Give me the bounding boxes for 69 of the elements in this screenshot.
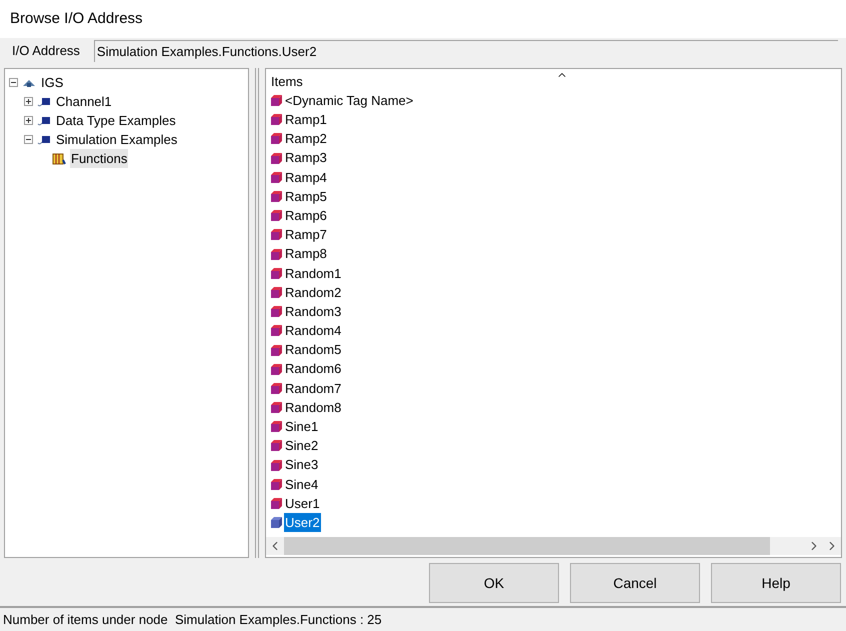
tag-icon bbox=[270, 324, 283, 338]
tag-icon bbox=[270, 248, 283, 261]
collapse-toggle[interactable] bbox=[9, 78, 18, 87]
list-item[interactable]: Ramp1 bbox=[284, 110, 328, 130]
collapse-toggle[interactable] bbox=[24, 135, 33, 144]
list-item[interactable]: User1 bbox=[284, 494, 321, 514]
tag-icon bbox=[270, 420, 283, 434]
list-item[interactable]: Random8 bbox=[284, 398, 342, 418]
list-item[interactable]: Ramp7 bbox=[284, 225, 328, 245]
tag-icon bbox=[270, 382, 283, 395]
tag-icon bbox=[270, 190, 283, 204]
list-item[interactable]: Ramp3 bbox=[284, 148, 328, 168]
list-item[interactable]: Random5 bbox=[284, 340, 342, 360]
list-item[interactable]: Sine4 bbox=[284, 474, 320, 494]
window-title: Browse I/O Address bbox=[10, 8, 143, 29]
list-item[interactable]: Sine1 bbox=[284, 417, 320, 437]
tag-icon bbox=[270, 113, 283, 126]
tag-icon bbox=[270, 458, 283, 472]
tag-icon bbox=[270, 497, 283, 510]
address-field[interactable]: Simulation Examples.Functions.User2 bbox=[94, 40, 838, 62]
tag-icon bbox=[270, 305, 283, 318]
list-item[interactable]: Ramp2 bbox=[284, 129, 328, 149]
list-item[interactable]: Ramp6 bbox=[284, 206, 328, 226]
tag-icon bbox=[270, 266, 283, 280]
status-text: Number of items under node Simulation Examples.Functions : 25 bbox=[3, 610, 382, 629]
list-item[interactable]: Random6 bbox=[284, 359, 342, 379]
column-header[interactable]: Items bbox=[271, 72, 303, 91]
tag-icon bbox=[270, 516, 283, 530]
list-item[interactable]: Random4 bbox=[284, 321, 342, 341]
dialog-button[interactable]: OK bbox=[429, 563, 559, 603]
tag-icon bbox=[270, 132, 283, 146]
tag-icon bbox=[270, 478, 283, 491]
tree-item[interactable]: Simulation Examples bbox=[55, 130, 178, 150]
list-item[interactable]: Sine3 bbox=[284, 455, 320, 475]
list-item[interactable]: Random3 bbox=[284, 302, 342, 322]
expand-toggle[interactable] bbox=[24, 97, 33, 106]
list-item[interactable]: <Dynamic Tag Name> bbox=[284, 90, 414, 110]
tag-icon bbox=[270, 286, 283, 299]
list-item[interactable]: User2 bbox=[284, 512, 321, 532]
connector-icon bbox=[37, 96, 51, 108]
tag-icon bbox=[270, 152, 283, 165]
tag-icon bbox=[270, 401, 283, 414]
dialog-button[interactable]: Help bbox=[711, 563, 841, 603]
tag-icon bbox=[270, 344, 283, 357]
tree-item[interactable]: IGS bbox=[40, 72, 64, 92]
tag-icon bbox=[270, 94, 283, 108]
dialog-button[interactable]: Cancel bbox=[570, 563, 700, 603]
expand-toggle[interactable] bbox=[24, 116, 33, 125]
list-item[interactable]: Ramp5 bbox=[284, 186, 328, 206]
list-item[interactable]: Random2 bbox=[284, 282, 342, 302]
tag-icon bbox=[270, 362, 283, 376]
address-label: I/O Address bbox=[11, 42, 81, 60]
tag-icon bbox=[270, 170, 283, 184]
connector-icon bbox=[37, 114, 51, 126]
horizontal-scrollbar[interactable] bbox=[266, 537, 841, 555]
tree-item[interactable]: Functions bbox=[70, 148, 128, 168]
tree-item[interactable]: Channel1 bbox=[55, 92, 113, 112]
tag-icon bbox=[270, 439, 283, 452]
list-item[interactable]: Random1 bbox=[284, 264, 342, 284]
list-item[interactable]: Sine2 bbox=[284, 436, 320, 456]
list-item[interactable]: Random7 bbox=[284, 378, 342, 398]
tag-icon bbox=[270, 209, 283, 222]
server-icon bbox=[22, 78, 36, 88]
list-item[interactable]: Ramp8 bbox=[284, 244, 328, 264]
list-item[interactable]: Ramp4 bbox=[284, 168, 328, 188]
connector-icon bbox=[37, 134, 51, 146]
tag-icon bbox=[270, 228, 283, 242]
tree-item[interactable]: Data Type Examples bbox=[55, 110, 177, 130]
folder-icon bbox=[52, 152, 66, 166]
